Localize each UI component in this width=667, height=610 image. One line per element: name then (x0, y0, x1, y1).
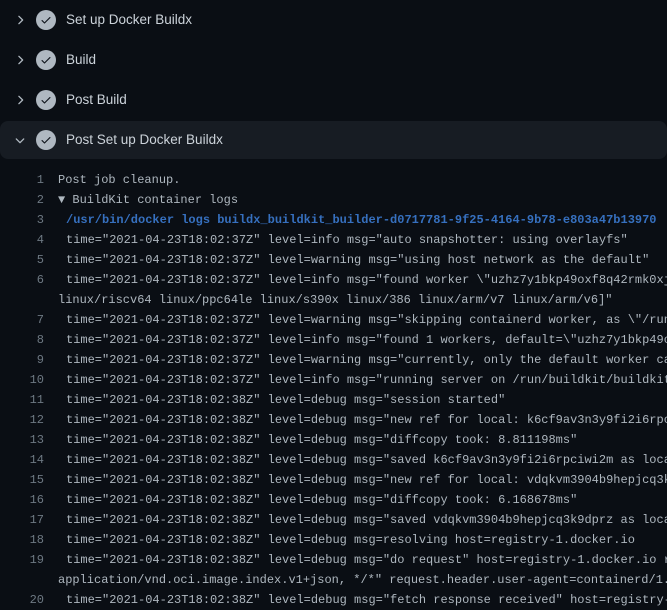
log-line: 8 time="2021-04-23T18:02:37Z" level=info … (0, 330, 667, 350)
step-section-label: Set up Docker Buildx (66, 13, 192, 27)
log-line-wrap: linux/riscv64 linux/ppc64le linux/s390x … (0, 290, 667, 310)
log-text: time="2021-04-23T18:02:37Z" level=warnin… (66, 350, 667, 370)
log-line-number[interactable]: 2 (0, 190, 44, 210)
log-line: 20 time="2021-04-23T18:02:38Z" level=debu… (0, 590, 667, 610)
log-viewer: 1 Post job cleanup. 2 ▼ BuildKit container … (0, 170, 667, 610)
log-line: 17 time="2021-04-23T18:02:38Z" level=debu… (0, 510, 667, 530)
chevron-right-icon (12, 93, 28, 107)
log-line-number[interactable]: 14 (0, 450, 44, 470)
log-text: linux/riscv64 linux/ppc64le linux/s390x … (58, 290, 613, 310)
log-text: ▼ BuildKit container logs (58, 190, 238, 210)
log-command-text: /usr/bin/docker logs buildx_buildkit_bui… (66, 210, 657, 230)
log-line-number[interactable]: 13 (0, 430, 44, 450)
check-circle-icon (36, 50, 56, 70)
log-text: time="2021-04-23T18:02:37Z" level=warnin… (66, 310, 667, 330)
log-line-number[interactable]: 15 (0, 470, 44, 490)
log-line: 1 Post job cleanup. (0, 170, 667, 190)
log-text: time="2021-04-23T18:02:38Z" level=debug … (66, 390, 505, 410)
log-line-number[interactable]: 4 (0, 230, 44, 250)
chevron-down-icon (12, 133, 28, 147)
log-line: 11 time="2021-04-23T18:02:38Z" level=debu… (0, 390, 667, 410)
log-line: 3/usr/bin/docker logs buildx_buildkit_bu… (0, 210, 667, 230)
log-text: application/vnd.oci.image.index.v1+json,… (58, 570, 667, 590)
log-line-number[interactable]: 18 (0, 530, 44, 550)
log-text: time="2021-04-23T18:02:37Z" level=info m… (66, 270, 667, 290)
log-text: time="2021-04-23T18:02:38Z" level=debug … (66, 430, 577, 450)
log-group-caret-icon[interactable]: ▼ (58, 193, 72, 207)
log-text: time="2021-04-23T18:02:38Z" level=debug … (66, 450, 667, 470)
step-section-list: Set up Docker Buildx Build Post Build Po… (0, 0, 667, 159)
log-text: time="2021-04-23T18:02:37Z" level=info m… (66, 330, 667, 350)
log-line-number[interactable]: 6 (0, 270, 44, 290)
log-text: time="2021-04-23T18:02:38Z" level=debug … (66, 510, 667, 530)
log-line-number[interactable]: 19 (0, 550, 44, 570)
log-line-number[interactable]: 11 (0, 390, 44, 410)
step-section-set-up-docker-buildx[interactable]: Set up Docker Buildx (0, 0, 667, 40)
log-line-wrap: application/vnd.oci.image.index.v1+json,… (0, 570, 667, 590)
step-section-label: Post Build (66, 93, 127, 107)
log-line-number[interactable]: 5 (0, 250, 44, 270)
log-text: time="2021-04-23T18:02:37Z" level=info m… (66, 230, 628, 250)
log-line: 4 time="2021-04-23T18:02:37Z" level=info … (0, 230, 667, 250)
log-line: 19 time="2021-04-23T18:02:38Z" level=debu… (0, 550, 667, 570)
log-line-number[interactable]: 16 (0, 490, 44, 510)
log-line: 10 time="2021-04-23T18:02:37Z" level=info… (0, 370, 667, 390)
log-line-number[interactable]: 9 (0, 350, 44, 370)
log-line-number (0, 290, 44, 310)
log-line-number (0, 570, 44, 590)
log-line: 14 time="2021-04-23T18:02:38Z" level=debu… (0, 450, 667, 470)
check-circle-icon (36, 90, 56, 110)
log-line: 15 time="2021-04-23T18:02:38Z" level=debu… (0, 470, 667, 490)
check-circle-icon (36, 130, 56, 150)
log-line-number[interactable]: 1 (0, 170, 44, 190)
log-text: time="2021-04-23T18:02:38Z" level=debug … (66, 410, 667, 430)
log-line-number[interactable]: 20 (0, 590, 44, 610)
log-line-number[interactable]: 10 (0, 370, 44, 390)
log-line: 2 ▼ BuildKit container logs (0, 190, 667, 210)
step-section-post-build[interactable]: Post Build (0, 80, 667, 120)
step-section-post-set-up-docker-buildx[interactable]: Post Set up Docker Buildx (0, 121, 667, 159)
log-line: 12 time="2021-04-23T18:02:38Z" level=debu… (0, 410, 667, 430)
log-line: 7 time="2021-04-23T18:02:37Z" level=warni… (0, 310, 667, 330)
log-line-number[interactable]: 8 (0, 330, 44, 350)
log-line: 9 time="2021-04-23T18:02:37Z" level=warni… (0, 350, 667, 370)
log-line-number[interactable]: 7 (0, 310, 44, 330)
log-line: 16 time="2021-04-23T18:02:38Z" level=debu… (0, 490, 667, 510)
log-line: 13 time="2021-04-23T18:02:38Z" level=debu… (0, 430, 667, 450)
step-section-label: Post Set up Docker Buildx (66, 133, 223, 147)
log-text: Post job cleanup. (58, 170, 180, 190)
log-line: 6 time="2021-04-23T18:02:37Z" level=info … (0, 270, 667, 290)
step-section-label: Build (66, 53, 96, 67)
log-line-number[interactable]: 12 (0, 410, 44, 430)
log-text: time="2021-04-23T18:02:37Z" level=info m… (66, 370, 667, 390)
log-text: time="2021-04-23T18:02:37Z" level=warnin… (66, 250, 649, 270)
log-text: time="2021-04-23T18:02:38Z" level=debug … (66, 490, 577, 510)
chevron-right-icon (12, 13, 28, 27)
check-circle-icon (36, 10, 56, 30)
log-line-number[interactable]: 17 (0, 510, 44, 530)
log-text: time="2021-04-23T18:02:38Z" level=debug … (66, 530, 635, 550)
log-line: 18 time="2021-04-23T18:02:38Z" level=debu… (0, 530, 667, 550)
log-text: time="2021-04-23T18:02:38Z" level=debug … (66, 590, 667, 610)
log-text: time="2021-04-23T18:02:38Z" level=debug … (66, 550, 667, 570)
log-line: 5 time="2021-04-23T18:02:37Z" level=warni… (0, 250, 667, 270)
chevron-right-icon (12, 53, 28, 67)
log-line-number[interactable]: 3 (0, 210, 44, 230)
log-text: time="2021-04-23T18:02:38Z" level=debug … (66, 470, 667, 490)
step-section-build[interactable]: Build (0, 40, 667, 80)
